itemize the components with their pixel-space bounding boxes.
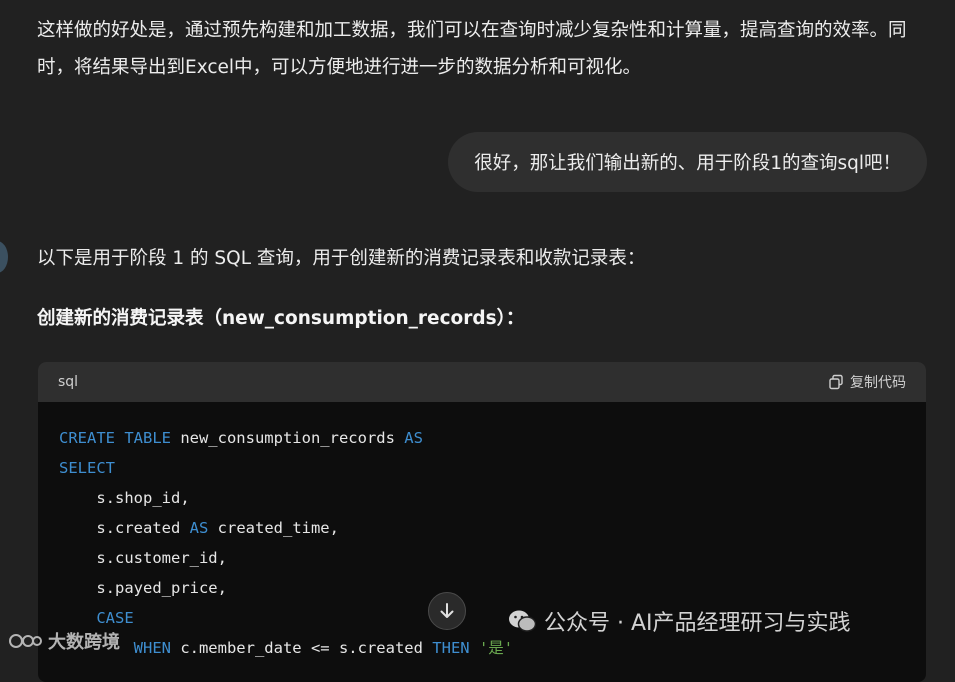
code-line: s.shop_id,	[59, 483, 926, 513]
code-token: new_consumption_records	[170, 429, 405, 447]
assistant-avatar-icon	[0, 241, 8, 273]
code-keyword: CASE	[96, 609, 134, 627]
scroll-to-bottom-button[interactable]	[428, 592, 466, 630]
copy-code-button[interactable]: 复制代码	[828, 372, 906, 392]
code-string: '是'	[478, 639, 514, 657]
code-keyword: CREATE TABLE	[59, 429, 171, 447]
copy-icon	[829, 374, 843, 390]
code-token: s.shop_id,	[96, 489, 190, 507]
brand-logo-icon	[9, 634, 42, 648]
copy-code-label: 复制代码	[850, 375, 906, 391]
watermark-right: 公众号 · AI产品经理研习与实践	[508, 605, 851, 637]
code-keyword: SELECT	[59, 459, 115, 477]
code-line: s.created AS created_time,	[59, 513, 926, 543]
code-token: s.customer_id,	[96, 549, 227, 567]
user-message-bubble: 很好，那让我们输出新的、用于阶段1的查询sql吧！	[448, 132, 927, 192]
code-keyword: THEN	[432, 639, 470, 657]
code-token: s.payed_price,	[96, 579, 227, 597]
assistant-paragraph: 这样做的好处是，通过预先构建和加工数据，我们可以在查询时减少复杂性和计算量，提高…	[37, 20, 907, 78]
section-heading: 创建新的消费记录表（new_consumption_records）：	[37, 308, 525, 329]
code-line: CREATE TABLE new_consumption_records AS	[59, 423, 926, 453]
watermark-right-text: 公众号 · AI产品经理研习与实践	[544, 611, 851, 636]
code-token: created_time,	[208, 519, 339, 537]
assistant-reply-intro: 以下是用于阶段 1 的 SQL 查询，用于创建新的消费记录表和收款记录表：	[37, 248, 646, 269]
code-line: SELECT	[59, 453, 926, 483]
code-line: s.customer_id,	[59, 543, 926, 573]
code-header: sql 复制代码	[38, 362, 926, 402]
code-keyword: AS	[404, 429, 423, 447]
code-token: c.member_date <= s.created	[170, 639, 433, 657]
code-token: s.created	[96, 519, 190, 537]
watermark-left: 大数跨境	[8, 628, 120, 654]
code-line: s.payed_price,	[59, 573, 926, 603]
arrow-down-icon	[440, 603, 454, 618]
code-keyword: AS	[189, 519, 209, 537]
user-message-text: 很好，那让我们输出新的、用于阶段1的查询sql吧！	[474, 153, 901, 174]
wechat-icon	[509, 610, 536, 632]
code-keyword: WHEN	[133, 639, 171, 657]
code-language-label: sql	[58, 374, 79, 390]
code-line: WHEN c.member_date <= s.created THEN '是'	[59, 633, 926, 663]
watermark-left-text: 大数跨境	[48, 632, 120, 653]
